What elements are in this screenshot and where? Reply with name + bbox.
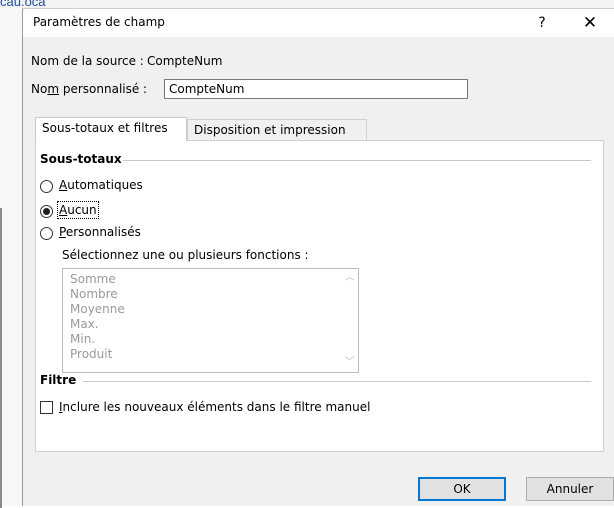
source-name-label: Nom de la source : [31, 54, 144, 68]
tab-subtotals-label: Sous-totaux et filtres [42, 121, 168, 135]
custom-name-label-suffix: personnalisé : [59, 82, 148, 96]
filter-separator [83, 381, 591, 382]
background-window-strip: cau.oca [0, 0, 614, 9]
radio-custom-text: ersonnalisés [65, 225, 141, 239]
radio-none-selected-dot [43, 208, 50, 215]
help-button[interactable]: ? [532, 11, 552, 35]
tab-layout-print[interactable]: Disposition et impression [187, 119, 367, 141]
scroll-up-icon[interactable]: ︿ [341, 270, 358, 286]
tab-layout-label: Disposition et impression [194, 123, 346, 137]
ok-button[interactable]: OK [418, 477, 506, 501]
include-new-text: nclure les nouveaux éléments dans le fil… [62, 400, 371, 414]
radio-automatic-label[interactable]: Automatiques [59, 178, 143, 192]
subtotals-separator [123, 160, 591, 161]
radio-none[interactable] [40, 205, 53, 218]
include-new-items-label[interactable]: Inclure les nouveaux éléments dans le fi… [59, 400, 370, 414]
include-new-items-checkbox[interactable] [40, 401, 53, 414]
radio-none-label[interactable]: Aucun [57, 201, 99, 219]
tab-subtotals-filters[interactable]: Sous-totaux et filtres [35, 117, 187, 141]
cancel-button[interactable]: Annuler [526, 477, 614, 501]
radio-automatic-text: utomatiques [67, 178, 143, 192]
filter-heading: Filtre [40, 373, 77, 387]
radio-none-accesskey: A [59, 203, 68, 217]
functions-label: Sélectionnez une ou plusieurs fonctions … [62, 248, 309, 262]
function-item[interactable]: Somme [70, 273, 116, 285]
function-item[interactable]: Max. [70, 318, 99, 330]
radio-automatic-accesskey: A [59, 178, 68, 192]
custom-name-label: Nom personnalisé : [31, 82, 147, 96]
background-window-left [0, 8, 23, 508]
radio-custom[interactable] [40, 227, 53, 240]
radio-automatic[interactable] [40, 180, 53, 193]
function-item[interactable]: Nombre [70, 288, 118, 300]
field-settings-dialog: Paramètres de champ ? ✕ Nom de la source… [22, 8, 614, 506]
custom-name-label-accesskey: m [47, 82, 60, 96]
radio-custom-label[interactable]: Personnalisés [59, 225, 141, 239]
function-item[interactable]: Moyenne [70, 303, 125, 315]
subtotals-heading: Sous-totaux [40, 152, 122, 166]
background-edge [0, 208, 2, 508]
radio-custom-accesskey: P [59, 225, 66, 239]
listbox-scrollbar[interactable]: ︿ ﹀ [341, 269, 358, 372]
radio-none-text: ucun [67, 203, 97, 217]
custom-name-input[interactable]: CompteNum [164, 79, 468, 99]
functions-listbox[interactable]: Somme Nombre Moyenne Max. Min. Produit ︿… [62, 268, 359, 373]
close-icon[interactable]: ✕ [570, 9, 610, 37]
function-item[interactable]: Produit [70, 348, 112, 360]
dialog-title: Paramètres de champ [33, 15, 165, 29]
custom-name-label-prefix: No [31, 82, 48, 96]
source-name-value: CompteNum [147, 54, 223, 68]
title-bar[interactable]: Paramètres de champ ? ✕ [23, 9, 614, 37]
scroll-down-icon[interactable]: ﹀ [341, 355, 358, 371]
function-item[interactable]: Min. [70, 333, 95, 345]
